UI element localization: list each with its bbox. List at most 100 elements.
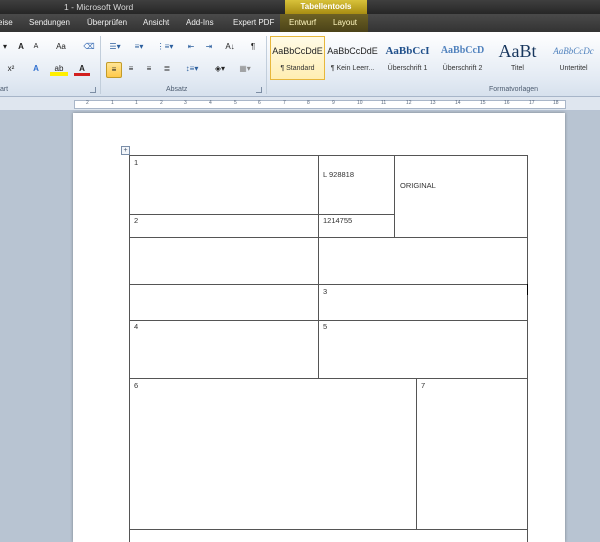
- table-border: [394, 155, 395, 238]
- table-border: [129, 284, 528, 285]
- paragraph-dialog-launcher-icon[interactable]: [256, 87, 262, 93]
- align-left-icon[interactable]: ≡: [106, 62, 122, 78]
- ruler-label: 2: [160, 100, 163, 106]
- ruler-label: 15: [480, 100, 486, 106]
- ruler-label: 5: [234, 100, 237, 106]
- cell-label-6[interactable]: 6: [134, 381, 138, 390]
- align-center-icon[interactable]: ≡: [124, 62, 138, 76]
- style-standard[interactable]: AaBbCcDdE ¶ Standard: [270, 36, 325, 80]
- grow-font-button[interactable]: A: [14, 40, 28, 54]
- ruler-label: 8: [307, 100, 310, 106]
- ruler-label: 12: [406, 100, 412, 106]
- group-label-styles: Formatvorlagen: [489, 86, 539, 93]
- style-ueberschrift-1[interactable]: AaBbCcI Überschrift 1: [380, 36, 435, 80]
- style-name: ¶ Kein Leerr...: [330, 65, 375, 72]
- table-border: [318, 155, 319, 379]
- cell-label-5[interactable]: 5: [323, 322, 327, 331]
- style-name: ¶ Standard: [280, 65, 315, 72]
- document-page[interactable]: [73, 113, 565, 542]
- ruler-label: 7: [283, 100, 286, 106]
- justify-icon[interactable]: ≣: [160, 62, 174, 76]
- tab-layout[interactable]: Layout: [333, 14, 357, 32]
- align-right-icon[interactable]: ≡: [142, 62, 156, 76]
- ruler-label: 18: [553, 100, 559, 106]
- table-border: [416, 378, 417, 530]
- table-border: [129, 155, 528, 156]
- superscript-button[interactable]: x²: [4, 62, 18, 76]
- ruler-label: 3: [184, 100, 187, 106]
- shading-icon[interactable]: ◈▾: [210, 62, 230, 76]
- text-cursor: [527, 284, 528, 295]
- cell-label-4[interactable]: 4: [134, 322, 138, 331]
- tab-start[interactable]: eise: [0, 14, 13, 32]
- style-name: Titel: [511, 65, 524, 72]
- group-label-paragraph: Absatz: [166, 86, 188, 93]
- table-border: [129, 237, 528, 238]
- ruler-label: 13: [430, 100, 436, 106]
- highlight-button[interactable]: ab: [50, 62, 68, 76]
- show-marks-button[interactable]: ¶: [246, 40, 260, 54]
- numbered-list-icon[interactable]: ≡▾: [130, 40, 148, 54]
- style-untertitel[interactable]: AaBbCcDc Untertitel: [545, 36, 600, 80]
- contextual-tab-header: Tabellentools: [285, 0, 367, 14]
- tab-sendungen[interactable]: Sendungen: [29, 14, 70, 32]
- borders-icon[interactable]: ▦▾: [234, 62, 256, 76]
- change-case-button[interactable]: Aa: [52, 40, 70, 54]
- ruler-label: 14: [455, 100, 461, 106]
- cell-original[interactable]: ORIGINAL: [400, 181, 436, 190]
- table-border: [129, 214, 395, 215]
- group-separator: [266, 36, 267, 94]
- style-titel[interactable]: AaBt Titel: [490, 36, 545, 80]
- tab-entwurf[interactable]: Entwurf: [289, 14, 316, 32]
- table-border: [129, 320, 528, 321]
- font-dialog-launcher-icon[interactable]: [90, 87, 96, 93]
- style-ueberschrift-2[interactable]: AaBbCcD Überschrift 2: [435, 36, 490, 80]
- decrease-indent-icon[interactable]: ⇤: [184, 40, 198, 54]
- ruler-label: 1: [135, 100, 138, 106]
- style-preview: AaBbCcDdE: [327, 46, 378, 56]
- table-border: [129, 378, 528, 379]
- style-preview: AaBbCcDc: [553, 46, 594, 56]
- cell-label-1[interactable]: 1: [134, 158, 138, 167]
- style-name: Untertitel: [559, 65, 588, 72]
- font-color-button[interactable]: A: [74, 62, 90, 76]
- sort-button[interactable]: A↓: [222, 40, 238, 54]
- bullet-list-icon[interactable]: ☰▾: [106, 40, 124, 54]
- ruler-label: 16: [504, 100, 510, 106]
- multilevel-list-icon[interactable]: ⋮≡▾: [154, 40, 176, 54]
- ruler-label: 11: [381, 100, 387, 106]
- cell-label-3[interactable]: 3: [323, 287, 327, 296]
- cell-l-number[interactable]: L 928818: [323, 170, 354, 179]
- ruler-label: 10: [357, 100, 363, 106]
- tab-expert-pdf[interactable]: Expert PDF: [233, 14, 274, 32]
- ruler-label: 4: [209, 100, 212, 106]
- style-preview: AaBbCcDdE: [272, 46, 323, 56]
- style-preview: AaBbCcI: [385, 45, 430, 57]
- tab-add-ins[interactable]: Add-Ins: [186, 14, 214, 32]
- table-move-handle-icon[interactable]: +: [121, 146, 130, 155]
- group-label-font: tart: [0, 86, 9, 93]
- shrink-font-button[interactable]: A: [30, 40, 42, 54]
- line-spacing-icon[interactable]: ↕≡▾: [182, 62, 202, 76]
- style-preview: AaBbCcD: [440, 45, 485, 56]
- increase-indent-icon[interactable]: ⇥: [202, 40, 216, 54]
- ruler-label: 2: [86, 100, 89, 106]
- tab-ansicht[interactable]: Ansicht: [143, 14, 169, 32]
- ruler-label: 17: [529, 100, 535, 106]
- table-border: [129, 155, 130, 542]
- chevron-down-icon[interactable]: ▾: [0, 40, 10, 54]
- window-title: 1 - Microsoft Word: [64, 2, 134, 12]
- table-border: [129, 529, 528, 530]
- ruler-scale: [74, 100, 566, 109]
- ruler-label: 1: [111, 100, 114, 106]
- table-border: [527, 155, 528, 542]
- tab-ueberpruefen[interactable]: Überprüfen: [87, 14, 127, 32]
- style-name: Überschrift 2: [442, 65, 483, 72]
- ruler-label: 6: [258, 100, 261, 106]
- cell-label-7[interactable]: 7: [421, 381, 425, 390]
- text-effects-button[interactable]: A: [28, 62, 44, 76]
- cell-label-2[interactable]: 2: [134, 216, 138, 225]
- cell-number-2[interactable]: 1214755: [323, 216, 352, 225]
- style-kein-leerraum[interactable]: AaBbCcDdE ¶ Kein Leerr...: [325, 36, 380, 80]
- clear-formatting-icon[interactable]: ⌫: [82, 40, 96, 54]
